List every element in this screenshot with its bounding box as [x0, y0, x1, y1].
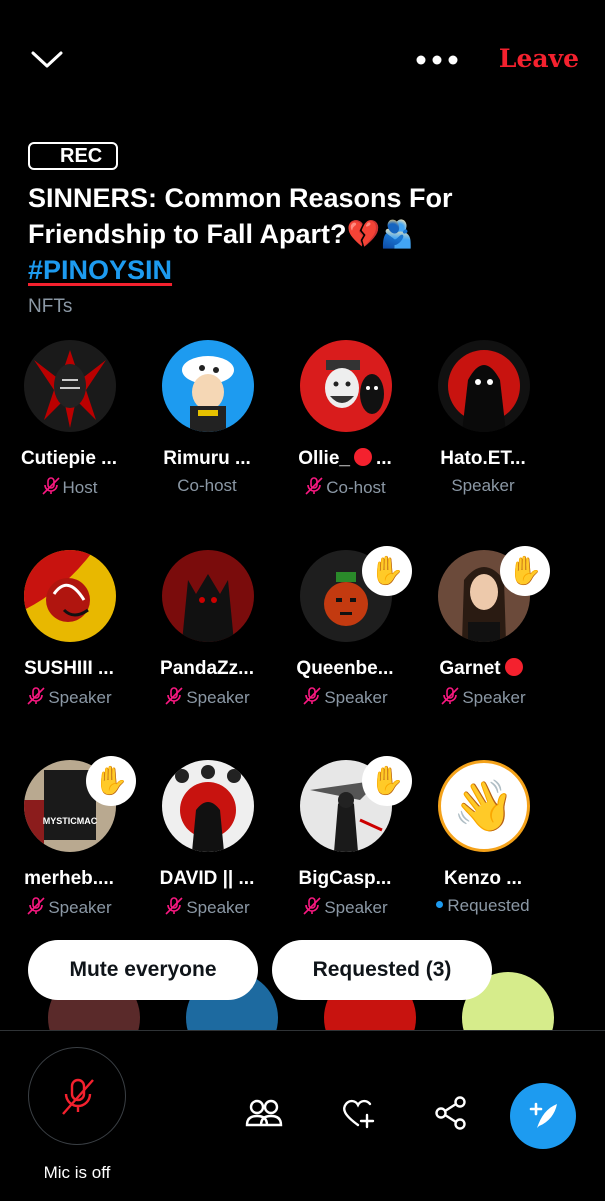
participant-name: merheb....	[24, 868, 114, 889]
mic-muted-icon	[441, 687, 459, 705]
participant-name: DAVID || ...	[159, 868, 255, 889]
mic-muted-icon	[303, 897, 321, 915]
raised-hand-icon: ✋	[86, 756, 136, 806]
people-icon[interactable]	[244, 1093, 284, 1133]
role-text: Speaker	[48, 898, 112, 917]
participant-role: Speaker	[276, 686, 414, 708]
role-text: Speaker	[324, 688, 388, 707]
mic-muted-icon	[41, 477, 60, 495]
participant-name: PandaZz...	[160, 658, 254, 679]
role-text: Speaker	[186, 898, 250, 917]
mic-status-label: Mic is off	[43, 1163, 111, 1182]
mute-everyone-button[interactable]: Mute everyone	[28, 940, 258, 1000]
mic-toggle-button[interactable]	[28, 1047, 126, 1145]
participant-role: Speaker	[0, 896, 138, 918]
avatar	[162, 550, 254, 642]
avatar	[300, 340, 392, 432]
rec-label: REC	[60, 145, 103, 167]
participant-role: Speaker	[414, 476, 552, 496]
participant-role: Speaker	[414, 686, 552, 708]
mic-muted-icon	[27, 687, 45, 705]
name-ellipsis: ...	[375, 448, 392, 469]
red-circle-emoji	[504, 658, 523, 676]
hashtag-link[interactable]: #PINOYSIN	[28, 255, 172, 285]
participant-role: Speaker	[138, 686, 276, 708]
mic-muted-icon	[305, 477, 323, 495]
role-text: Host	[62, 478, 98, 497]
role-text: Co-host	[177, 476, 237, 495]
participant-role: Co-host	[276, 476, 414, 498]
feather-plus-icon	[529, 1102, 557, 1128]
avatar	[24, 340, 116, 432]
mic-muted-icon	[165, 897, 183, 915]
participant-name: BigCasp...	[298, 868, 392, 889]
raised-hand-icon: ✋	[500, 546, 550, 596]
role-text: Speaker	[48, 688, 112, 707]
role-text: Speaker	[451, 476, 515, 495]
recording-badge: REC	[28, 142, 118, 170]
raised-hand-icon: ✋	[362, 756, 412, 806]
avatar	[438, 340, 530, 432]
avatar	[24, 550, 116, 642]
top-bar: Leave	[0, 0, 605, 120]
avatar: 👋	[438, 760, 530, 852]
avatar	[162, 340, 254, 432]
red-circle-emoji	[353, 448, 372, 466]
leave-button[interactable]: Leave	[499, 44, 579, 73]
mic-off-icon	[62, 1078, 94, 1115]
role-text: Speaker	[324, 898, 388, 917]
participant-name: Ollie_...	[276, 448, 414, 470]
participant-name: Garnet	[414, 658, 552, 680]
role-text: Co-host	[326, 478, 386, 497]
space-topic: NFTs	[28, 296, 73, 317]
mic-muted-icon	[165, 687, 183, 705]
share-icon[interactable]	[431, 1093, 471, 1133]
avatar	[162, 760, 254, 852]
participant-name: Queenbe...	[296, 658, 394, 679]
participant-role: Host	[0, 476, 138, 498]
participant-name-text: Garnet	[439, 658, 501, 679]
participant-name-text: Ollie_	[298, 448, 350, 469]
more-options-icon[interactable]	[414, 48, 460, 72]
compose-tweet-button[interactable]	[510, 1083, 576, 1149]
bottom-bar: Mic is off	[0, 1030, 605, 1201]
participant-name: Rimuru ...	[163, 448, 251, 469]
requested-dot-icon	[436, 901, 444, 908]
participant-name: Cutiepie ...	[20, 448, 118, 469]
participant-role: Speaker	[138, 896, 276, 918]
space-title: SINNERS: Common Reasons For Friendship t…	[28, 180, 588, 288]
participant-role: Requested	[414, 896, 552, 916]
participant-name: Hato.ET...	[440, 448, 526, 469]
participant-role: Speaker	[276, 896, 414, 918]
role-text: Speaker	[186, 688, 250, 707]
participant-role: Speaker	[0, 686, 138, 708]
participant-name: Kenzo ...	[443, 868, 523, 889]
mic-muted-icon	[303, 687, 321, 705]
participant-role: Co-host	[138, 476, 276, 496]
chevron-down-icon[interactable]	[30, 44, 64, 74]
role-text: Requested	[447, 896, 530, 915]
space-title-text: SINNERS: Common Reasons For Friendship t…	[28, 183, 453, 249]
participant-name: SUSHIII ...	[24, 658, 114, 679]
avatar-text: MYSTICMAC	[43, 816, 98, 826]
heart-plus-icon[interactable]	[338, 1093, 378, 1133]
mic-muted-icon	[27, 897, 45, 915]
raised-hand-icon: ✋	[362, 546, 412, 596]
role-text: Speaker	[462, 688, 526, 707]
requested-button[interactable]: Requested (3)	[272, 940, 492, 1000]
